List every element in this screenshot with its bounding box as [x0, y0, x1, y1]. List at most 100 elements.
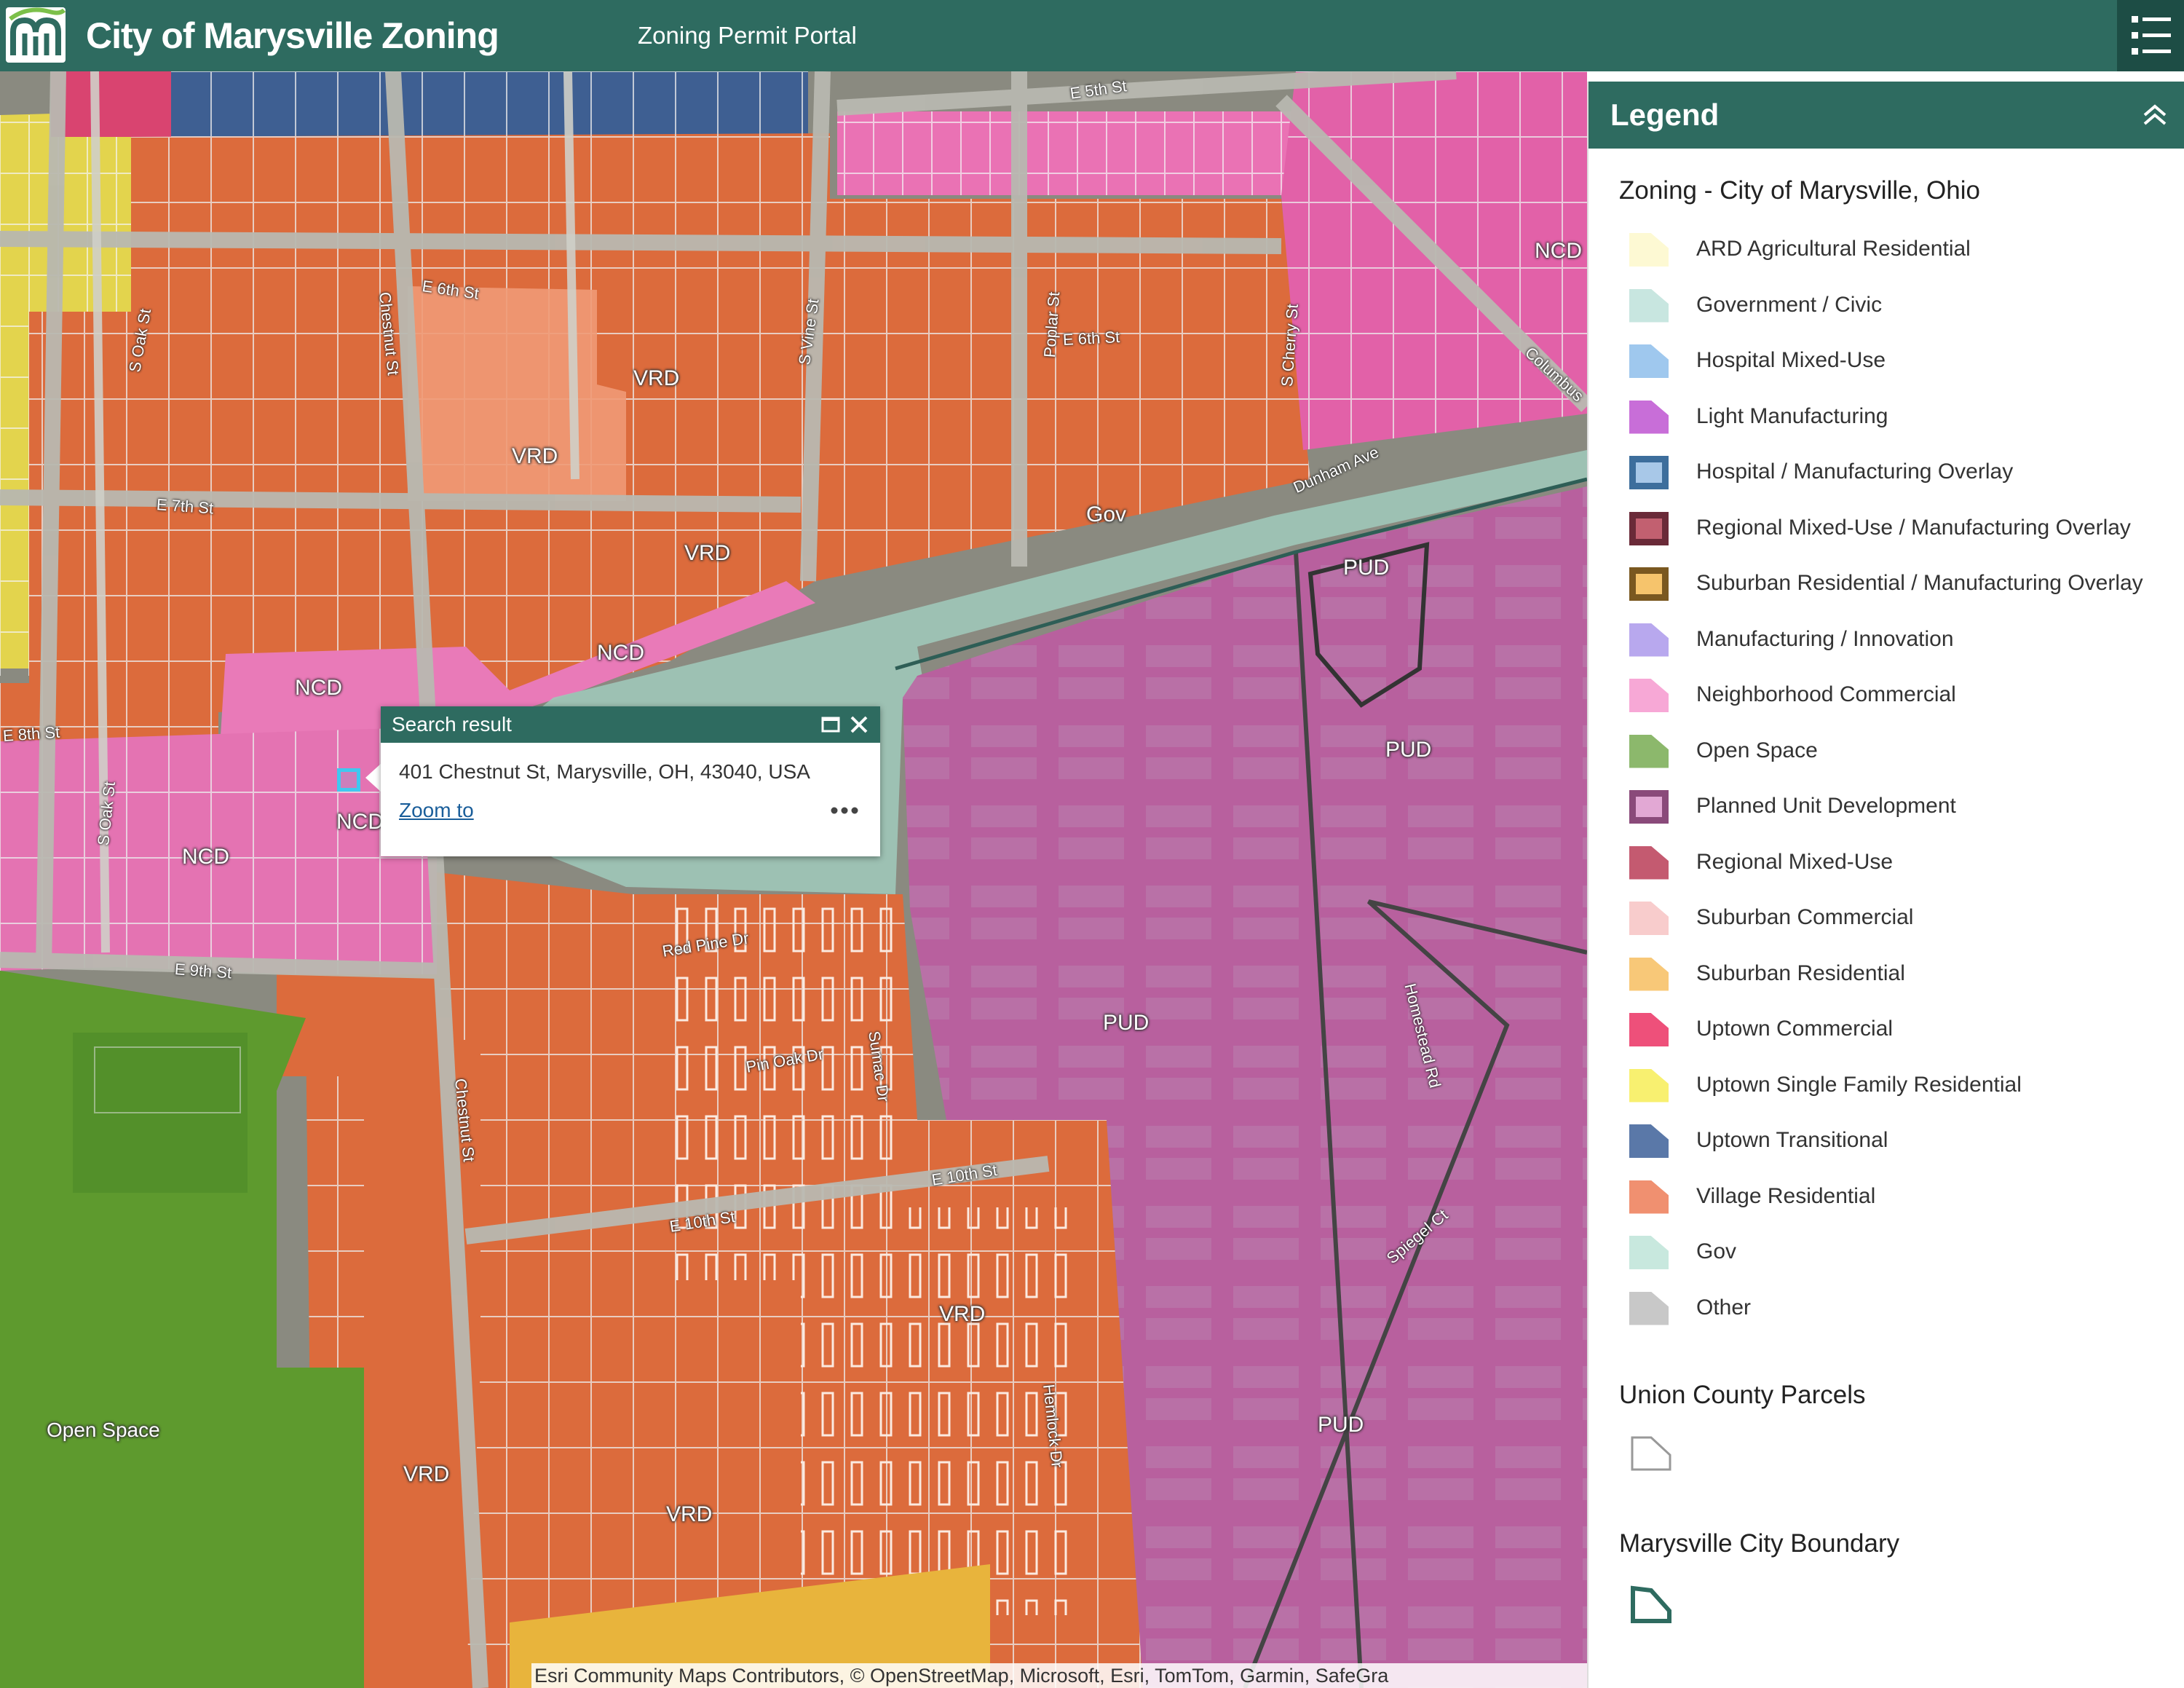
legend-swatch [1629, 790, 1669, 824]
map-view[interactable]: VRD VRD VRD NCD NCD NCD NCD NCD Gov PUD … [0, 71, 1587, 1688]
street-label: E 8th St [2, 722, 60, 745]
popup-header: Search result [381, 706, 880, 743]
legend-swatch [1629, 344, 1669, 378]
legend-swatch [1629, 1013, 1669, 1046]
legend-label: Light Manufacturing [1696, 403, 1888, 428]
legend-swatch [1629, 1180, 1669, 1214]
legend-swatch [1629, 623, 1669, 657]
legend-swatch [1629, 902, 1669, 935]
legend-swatch [1629, 1291, 1669, 1325]
city-logo-icon [6, 7, 66, 63]
legend-item: Manufacturing / Innovation [1629, 618, 2168, 661]
collapse-chevron-icon[interactable] [2140, 102, 2169, 128]
legend-swatch [1629, 511, 1669, 545]
menu-button[interactable] [2117, 0, 2184, 71]
close-icon[interactable] [848, 714, 870, 735]
popup-pointer [365, 763, 381, 792]
more-options-icon[interactable] [826, 800, 863, 821]
legend-label: Manufacturing / Innovation [1696, 626, 1954, 651]
zone-label: VRD [403, 1462, 450, 1486]
street-label: E 9th St [174, 960, 232, 982]
legend-item: Suburban Residential / Manufacturing Ove… [1629, 561, 2168, 605]
legend-swatch [1629, 679, 1669, 712]
legend-panel: Legend Zoning - City of Marysville, Ohio… [1587, 82, 2184, 1688]
legend-item: Hospital Mixed-Use [1629, 339, 2168, 382]
zone-label: NCD [336, 810, 384, 834]
legend-swatch [1629, 1068, 1669, 1103]
legend-swatch [1629, 845, 1669, 880]
zone-label: Open Space [47, 1419, 160, 1441]
search-result-marker[interactable] [337, 768, 360, 792]
parcels-layer-title: Union County Parcels [1619, 1381, 1866, 1409]
legend-swatch [1629, 957, 1669, 991]
boundary-layer-title: Marysville City Boundary [1619, 1529, 1900, 1558]
legend-label: Gov [1696, 1239, 1737, 1263]
zone-label: NCD [182, 845, 229, 869]
popup-title: Search result [392, 713, 512, 735]
map-attribution: Esri Community Maps Contributors, © Open… [531, 1663, 1587, 1688]
legend-label: Hospital Mixed-Use [1696, 348, 1886, 372]
app-subtitle: Zoning Permit Portal [638, 22, 857, 49]
zone-label: VRD [633, 366, 680, 390]
legend-swatch [1629, 456, 1669, 489]
legend-label: Suburban Residential [1696, 961, 1905, 985]
legend-item: Open Space [1629, 729, 2168, 773]
legend-label: Government / Civic [1696, 292, 1883, 317]
legend-swatch [1629, 1236, 1669, 1269]
legend-item: Hospital / Manufacturing Overlay [1629, 450, 2168, 494]
legend-item: Neighborhood Commercial [1629, 673, 2168, 717]
legend-item: Suburban Residential [1629, 952, 2168, 995]
legend-label: Village Residential [1696, 1183, 1876, 1208]
zone-label: NCD [1535, 239, 1582, 263]
legend-label: Neighborhood Commercial [1696, 682, 1956, 706]
maximize-icon[interactable] [820, 714, 842, 735]
legend-swatch [1629, 734, 1669, 768]
legend-item: ARD Agricultural Residential [1629, 227, 2168, 271]
legend-label: Hospital / Manufacturing Overlay [1696, 460, 2014, 484]
legend-item: Government / Civic [1629, 283, 2168, 327]
popup-address: 401 Chestnut St, Marysville, OH, 43040, … [399, 760, 810, 783]
legend-label: Suburban Commercial [1696, 905, 1914, 929]
legend-swatch [1629, 1124, 1669, 1158]
legend-header: Legend [1588, 82, 2184, 149]
legend-item: Light Manufacturing [1629, 395, 2168, 438]
list-menu-icon [2132, 16, 2171, 55]
legend-label: Uptown Transitional [1696, 1128, 1888, 1152]
legend-item: Gov [1629, 1230, 2168, 1274]
zone-label: NCD [597, 641, 644, 665]
legend-swatch [1629, 400, 1669, 434]
legend-label: Regional Mixed-Use / Manufacturing Overl… [1696, 515, 2131, 540]
zone-label: VRD [939, 1302, 986, 1326]
legend-item: Uptown Commercial [1629, 1007, 2168, 1051]
zoning-layer-title: Zoning - City of Marysville, Ohio [1619, 176, 1980, 205]
zoning-map-canvas [0, 71, 1587, 1688]
zone-label: Gov [1086, 502, 1127, 526]
legend-swatch [1629, 233, 1669, 267]
zone-label: PUD [1385, 738, 1432, 762]
zone-label: PUD [1103, 1011, 1150, 1035]
legend-label: Open Space [1696, 738, 1818, 762]
legend-item: Other [1629, 1286, 2168, 1330]
legend-title: Legend [1610, 98, 1720, 132]
app-title: City of Marysville Zoning [86, 15, 499, 56]
search-result-popup: Search result 401 Chestnut St, Marysvill… [381, 706, 880, 856]
zone-label: VRD [512, 444, 558, 468]
legend-item: Suburban Commercial [1629, 896, 2168, 939]
parcel-outline-icon [1631, 1436, 1671, 1471]
zoom-to-link[interactable]: Zoom to [399, 798, 474, 823]
zone-label: VRD [666, 1502, 713, 1526]
zone-label: VRD [684, 541, 731, 565]
legend-item: Regional Mixed-Use / Manufacturing Overl… [1629, 506, 2168, 550]
legend-swatch [1629, 567, 1669, 601]
legend-label: Uptown Single Family Residential [1696, 1072, 2022, 1097]
legend-item: Regional Mixed-Use [1629, 840, 2168, 884]
zone-label: PUD [1343, 556, 1390, 580]
legend-label: Uptown Commercial [1696, 1017, 1894, 1041]
zone-label: NCD [295, 676, 342, 700]
legend-label: Planned Unit Development [1696, 794, 1956, 818]
legend-label: Other [1696, 1295, 1752, 1320]
city-boundary-icon [1631, 1585, 1671, 1623]
legend-label: Regional Mixed-Use [1696, 849, 1894, 874]
legend-item: Uptown Transitional [1629, 1119, 2168, 1162]
legend-item: Village Residential [1629, 1175, 2168, 1218]
